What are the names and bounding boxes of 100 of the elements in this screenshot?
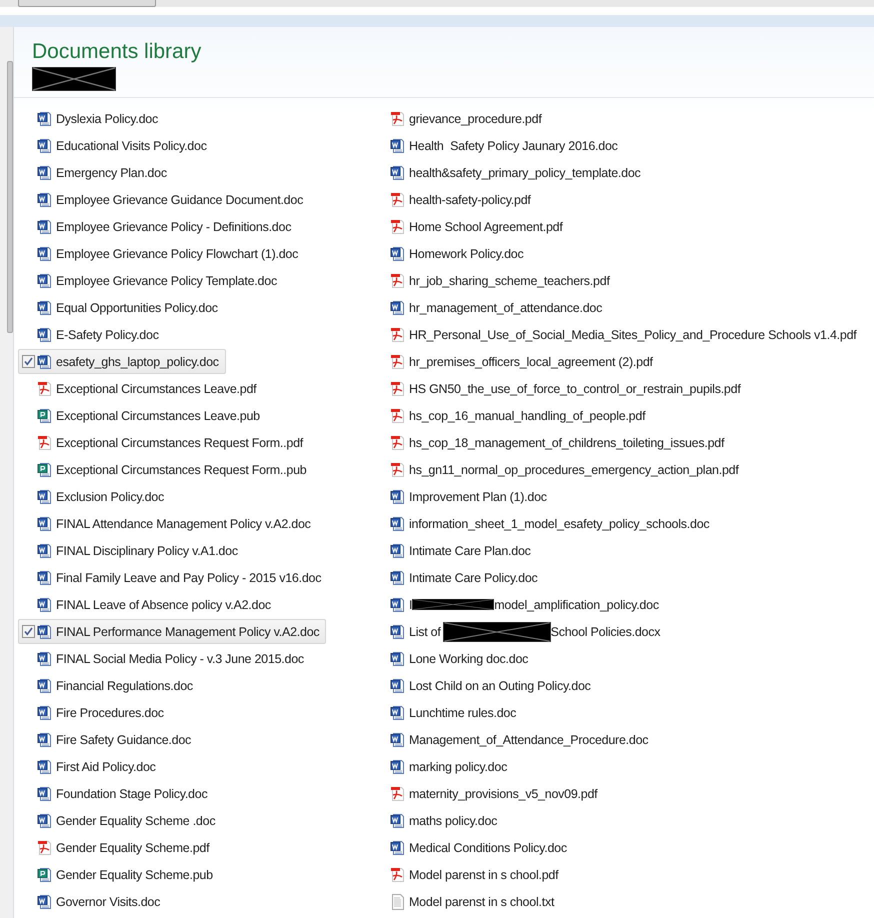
file-item[interactable]: Gender Equality Scheme .doc xyxy=(18,808,222,833)
file-name: health&safety_primary_policy_template.doc xyxy=(409,166,641,180)
word-document-icon xyxy=(37,812,53,828)
file-item[interactable]: Intimate Care Plan.doc xyxy=(371,538,538,563)
file-item[interactable]: hr_job_sharing_scheme_teachers.pdf xyxy=(371,268,617,293)
file-item[interactable]: Employee Grievance Policy - Definitions.doc xyxy=(18,214,298,239)
checkbox[interactable] xyxy=(22,355,34,368)
pdf-file-icon xyxy=(390,786,406,802)
library-title: Documents library xyxy=(32,39,202,65)
file-item[interactable]: hr_management_of_attendance.doc xyxy=(371,295,610,320)
file-item[interactable]: HS GN50_the_use_of_force_to_control_or_restrain_pupils.pdf xyxy=(371,376,748,401)
file-item[interactable]: hs_gn11_normal_op_procedures_emergency_action_plan.pdf xyxy=(371,457,746,482)
file-item[interactable]: Employee Grievance Guidance Document.doc xyxy=(18,187,310,212)
file-name: Equal Opportunities Policy.doc xyxy=(56,300,218,314)
file-item[interactable]: Equal Opportunities Policy.doc xyxy=(18,295,225,320)
file-item[interactable]: Homework Policy.doc xyxy=(371,241,531,266)
file-item[interactable]: Exceptional Circumstances Request Form..pdf xyxy=(18,430,310,455)
word-document-icon xyxy=(390,624,406,640)
word-document-icon xyxy=(390,732,406,748)
file-name: Fire Safety Guidance.doc xyxy=(56,732,192,746)
file-item[interactable]: maternity_provisions_v5_nov09.pdf xyxy=(371,781,604,806)
file-name: FINAL Social Media Policy - v.3 June 2015.doc xyxy=(56,652,304,666)
file-name: marking policy.doc xyxy=(409,760,508,774)
file-item[interactable]: grievance_procedure.pdf xyxy=(371,106,549,131)
file-item[interactable]: FINAL Disciplinary Policy v.A1.doc xyxy=(18,538,245,563)
word-document-icon xyxy=(37,516,53,532)
publisher-file-icon xyxy=(37,462,53,478)
file-name: Exceptional Circumstances Request Form..pdf xyxy=(56,436,303,450)
file-name: Final Family Leave and Pay Policy - 2015 v16.doc xyxy=(56,570,322,584)
file-item[interactable]: Intimate Care Policy.doc xyxy=(371,565,545,590)
file-item[interactable]: Financial Regulations.doc xyxy=(18,673,200,698)
file-item[interactable]: Exceptional Circumstances Leave.pdf xyxy=(18,376,264,401)
file-item[interactable]: Lunchtime rules.doc xyxy=(371,700,524,725)
pdf-file-icon xyxy=(390,218,406,234)
word-document-icon xyxy=(390,758,406,774)
file-item[interactable]: Fire Safety Guidance.doc xyxy=(18,727,198,752)
checkbox[interactable] xyxy=(22,625,34,638)
file-item[interactable]: Improvement Plan (1).doc xyxy=(371,484,554,509)
file-name: Governor Visits.doc xyxy=(56,894,160,908)
file-item[interactable]: hr_premises_officers_local_agreement (2).pdf xyxy=(371,349,660,374)
word-document-icon xyxy=(37,246,53,262)
file-name: Gender Equality Scheme.pub xyxy=(56,868,213,882)
file-item[interactable]: maths policy.doc xyxy=(371,808,504,833)
file-item[interactable]: First Aid Policy.doc xyxy=(18,754,163,779)
file-item[interactable]: Governor Visits.doc xyxy=(18,889,168,914)
file-item[interactable]: health&safety_primary_policy_template.doc xyxy=(371,160,648,185)
pdf-file-icon xyxy=(390,866,406,882)
file-item[interactable]: Exceptional Circumstances Leave.pub xyxy=(18,403,267,428)
file-item[interactable]: Employee Grievance Policy Template.doc xyxy=(18,268,284,293)
file-item[interactable]: Educational Visits Policy.doc xyxy=(18,133,214,158)
file-item[interactable]: Health Safety Policy Jaunary 2016.doc xyxy=(371,133,625,158)
file-item[interactable]: FINAL Leave of Absence policy v.A2.doc xyxy=(18,592,278,617)
file-name: hr_job_sharing_scheme_teachers.pdf xyxy=(409,274,610,288)
file-item[interactable]: Exceptional Circumstances Request Form..pub xyxy=(18,457,314,482)
file-item[interactable]: Lost Child on an Outing Policy.doc xyxy=(371,673,598,698)
word-document-icon xyxy=(37,272,53,288)
file-item[interactable]: FINAL Attendance Management Policy v.A2.doc xyxy=(18,511,318,536)
file-item[interactable]: Emergency Plan.doc xyxy=(18,160,174,185)
file-item[interactable]: Exclusion Policy.doc xyxy=(18,484,172,509)
file-item[interactable]: health-safety-policy.pdf xyxy=(371,187,538,212)
file-item[interactable]: Model parenst in s chool.pdf xyxy=(371,862,566,887)
scrollbar-thumb[interactable] xyxy=(7,61,13,333)
word-document-icon xyxy=(37,218,53,234)
file-item[interactable]: Dyslexia Policy.doc xyxy=(18,106,166,131)
file-item[interactable]: Management_of_Attendance_Procedure.doc xyxy=(371,727,656,752)
file-item[interactable]: I model_amplification_policy.doc xyxy=(371,592,666,617)
word-document-icon xyxy=(37,596,53,612)
file-name: Improvement Plan (1).doc xyxy=(409,490,547,504)
file-item[interactable]: Foundation Stage Policy.doc xyxy=(18,781,214,806)
file-item[interactable]: Home School Agreement.pdf xyxy=(371,214,570,239)
file-item[interactable]: Lone Working doc.doc xyxy=(371,646,536,671)
file-item[interactable]: esafety_ghs_laptop_policy.doc xyxy=(18,349,226,374)
file-name: HR_Personal_Use_of_Social_Media_Sites_Policy_and_Procedure Schools v1.4.pdf xyxy=(409,328,857,342)
file-item[interactable]: Employee Grievance Policy Flowchart (1).doc xyxy=(18,241,306,266)
file-item[interactable]: HR_Personal_Use_of_Social_Media_Sites_Policy_and_Procedure Schools v1.4.pdf xyxy=(371,322,864,347)
file-item[interactable]: information_sheet_1_model_esafety_policy_schools.doc xyxy=(371,511,716,536)
file-item[interactable]: List of School Policies.docx xyxy=(371,619,668,644)
word-document-icon xyxy=(390,138,406,154)
file-name: health-safety-policy.pdf xyxy=(409,192,531,206)
file-name: Homework Policy.doc xyxy=(409,246,524,260)
file-item[interactable]: Model parenst in s chool.txt xyxy=(371,889,562,914)
word-document-icon xyxy=(390,812,406,828)
word-document-icon xyxy=(390,570,406,586)
file-name: Employee Grievance Policy - Definitions.doc xyxy=(56,220,292,234)
file-item[interactable]: marking policy.doc xyxy=(371,754,514,779)
file-item[interactable]: Gender Equality Scheme.pdf xyxy=(18,835,216,860)
file-item[interactable]: FINAL Performance Management Policy v.A2.doc xyxy=(18,619,326,644)
word-document-icon xyxy=(390,704,406,720)
file-name: Exceptional Circumstances Leave.pdf xyxy=(56,382,256,396)
file-item[interactable]: Fire Procedures.doc xyxy=(18,700,171,725)
word-document-icon xyxy=(37,758,53,774)
file-name: FINAL Performance Management Policy v.A2.doc xyxy=(56,624,320,638)
file-item[interactable]: Medical Conditions Policy.doc xyxy=(371,835,574,860)
pdf-file-icon xyxy=(37,840,53,856)
file-item[interactable]: Final Family Leave and Pay Policy - 2015 v16.doc xyxy=(18,565,328,590)
file-item[interactable]: hs_cop_16_manual_handling_of_people.pdf xyxy=(371,403,652,428)
file-item[interactable]: E-Safety Policy.doc xyxy=(18,322,166,347)
file-item[interactable]: FINAL Social Media Policy - v.3 June 2015.doc xyxy=(18,646,311,671)
file-item[interactable]: Gender Equality Scheme.pub xyxy=(18,862,220,887)
file-item[interactable]: hs_cop_18_management_of_childrens_toileting_issues.pdf xyxy=(371,430,732,455)
